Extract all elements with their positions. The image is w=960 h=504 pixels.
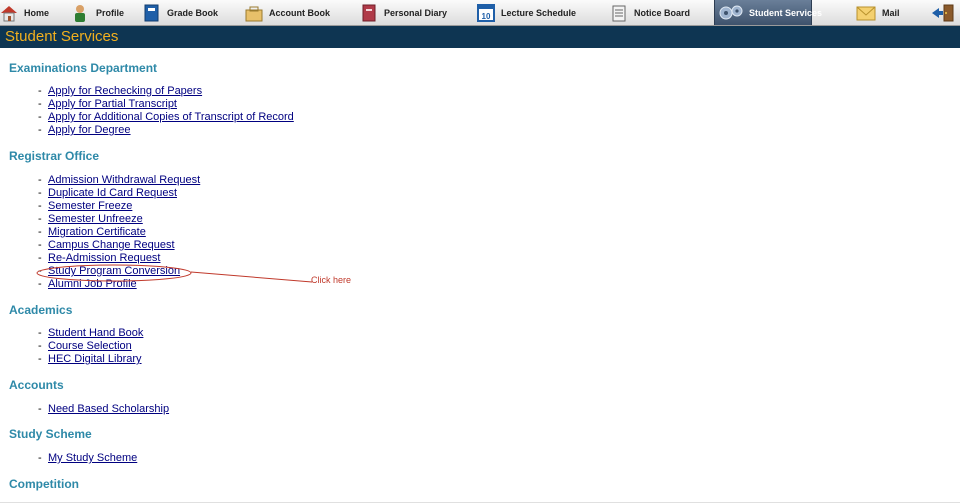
- link-duplicate-id-card[interactable]: Duplicate Id Card Request: [48, 187, 177, 200]
- nav-profile-label: Profile: [96, 7, 125, 18]
- section-title-examinations: Examinations Department: [9, 61, 158, 75]
- list-item: - Migration Certificate: [38, 226, 146, 239]
- list-item: - Study Program Conversion: [38, 265, 181, 278]
- title-bar: Student Services: [0, 26, 960, 48]
- personal-diary-icon: [360, 4, 378, 22]
- list-item: - Re-Admission Request: [38, 252, 161, 265]
- list-item: - Duplicate Id Card Request: [38, 187, 178, 200]
- mail-icon: [856, 4, 876, 22]
- notice-board-icon: [610, 4, 628, 22]
- top-navigation: Home Profile Grade Book Account Book Per…: [0, 0, 960, 26]
- link-need-based-scholarship[interactable]: Need Based Scholarship: [48, 403, 169, 416]
- home-icon: [0, 4, 18, 22]
- account-book-icon: [245, 4, 263, 22]
- logout-icon: [931, 4, 955, 22]
- section-title-registrar: Registrar Office: [9, 149, 100, 163]
- link-additional-transcript-copies[interactable]: Apply for Additional Copies of Transcrip…: [48, 111, 294, 124]
- link-apply-for-degree[interactable]: Apply for Degree: [48, 124, 131, 137]
- link-semester-freeze[interactable]: Semester Freeze: [48, 200, 132, 213]
- gears-icon: [719, 4, 743, 22]
- list-item: - Semester Unfreeze: [38, 213, 143, 226]
- list-item: - Apply for Additional Copies of Transcri…: [38, 111, 294, 124]
- list-item: - Need Based Scholarship: [38, 403, 170, 416]
- section-title-academics: Academics: [9, 303, 73, 317]
- nav-personal-diary[interactable]: Personal Diary: [360, 0, 447, 25]
- link-admission-withdrawal[interactable]: Admission Withdrawal Request: [48, 174, 200, 187]
- profile-icon: [72, 4, 90, 22]
- link-alumni-job-profile[interactable]: Alumni Job Profile: [48, 278, 137, 291]
- link-course-selection[interactable]: Course Selection: [48, 340, 132, 353]
- nav-notice-board-label: Notice Board: [634, 7, 691, 18]
- annotation-pointer-line: [190, 271, 313, 283]
- list-item: - Alumni Job Profile: [38, 278, 137, 291]
- list-item: - Apply for Rechecking of Papers: [38, 85, 203, 98]
- list-item: - Course Selection: [38, 340, 132, 353]
- link-migration-certificate[interactable]: Migration Certificate: [48, 226, 146, 239]
- nav-notice-board[interactable]: Notice Board: [610, 0, 690, 25]
- nav-mail[interactable]: Mail: [856, 0, 900, 25]
- link-partial-transcript[interactable]: Apply for Partial Transcript: [48, 98, 177, 111]
- link-study-program-conversion[interactable]: Study Program Conversion: [48, 265, 180, 278]
- nav-lecture-schedule[interactable]: 10 Lecture Schedule: [477, 0, 576, 25]
- link-rechecking-of-papers[interactable]: Apply for Rechecking of Papers: [48, 85, 202, 98]
- list-item: - Semester Freeze: [38, 200, 133, 213]
- page-title: Student Services: [5, 28, 119, 45]
- nav-account-book[interactable]: Account Book: [245, 0, 330, 25]
- nav-logout[interactable]: [931, 0, 960, 25]
- link-hec-digital-library[interactable]: HEC Digital Library: [48, 353, 142, 366]
- list-item: - HEC Digital Library: [38, 353, 142, 366]
- nav-personal-diary-label: Personal Diary: [384, 7, 448, 18]
- grade-book-icon: [143, 4, 161, 22]
- list-item: - Student Hand Book: [38, 327, 144, 340]
- annotation-click-here: Click here: [311, 275, 352, 285]
- list-item: - My Study Scheme: [38, 452, 138, 465]
- list-item: - Campus Change Request: [38, 239, 175, 252]
- link-my-study-scheme[interactable]: My Study Scheme: [48, 452, 137, 465]
- nav-mail-label: Mail: [882, 7, 900, 18]
- list-item: - Admission Withdrawal Request: [38, 174, 201, 187]
- divider: [0, 502, 960, 503]
- nav-student-services-label: Student Services: [749, 7, 823, 18]
- link-student-hand-book[interactable]: Student Hand Book: [48, 327, 143, 340]
- nav-profile[interactable]: Profile: [72, 0, 124, 25]
- link-campus-change[interactable]: Campus Change Request: [48, 239, 175, 252]
- nav-grade-book[interactable]: Grade Book: [143, 0, 218, 25]
- section-title-accounts: Accounts: [9, 378, 64, 392]
- link-re-admission[interactable]: Re-Admission Request: [48, 252, 161, 265]
- calendar-number: 10: [482, 12, 491, 21]
- nav-home[interactable]: Home: [0, 0, 49, 25]
- nav-grade-book-label: Grade Book: [167, 7, 219, 18]
- link-semester-unfreeze[interactable]: Semester Unfreeze: [48, 213, 143, 226]
- nav-home-label: Home: [24, 7, 50, 18]
- calendar-icon: 10: [477, 3, 495, 22]
- nav-account-book-label: Account Book: [269, 7, 331, 18]
- list-item: - Apply for Degree: [38, 124, 131, 137]
- nav-lecture-schedule-label: Lecture Schedule: [501, 7, 577, 18]
- list-item: - Apply for Partial Transcript: [38, 98, 177, 111]
- section-title-study-scheme: Study Scheme: [9, 427, 92, 441]
- section-title-competition: Competition: [9, 477, 79, 491]
- nav-student-services[interactable]: Student Services: [714, 0, 822, 25]
